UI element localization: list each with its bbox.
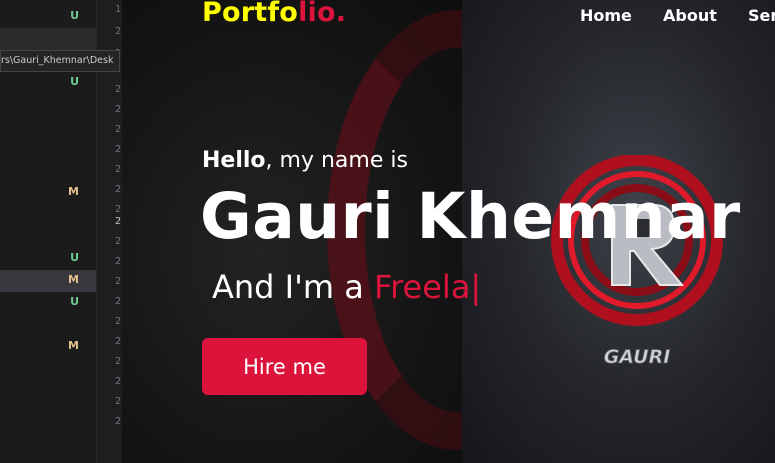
typing-caret: | — [470, 268, 482, 306]
untracked-badge: U — [70, 251, 79, 264]
role-prefix: And I'm a — [212, 268, 375, 306]
line-number: 2 — [115, 124, 122, 135]
line-number: 2 — [115, 144, 122, 155]
explorer-row[interactable]: M — [0, 336, 96, 358]
line-number: 2 — [115, 396, 122, 407]
hero-name: Gauri Khemnar — [200, 180, 741, 253]
line-number: 2 — [115, 376, 122, 387]
explorer-row[interactable]: U — [0, 6, 96, 28]
nav-link-services[interactable]: Serv — [748, 6, 775, 25]
greeting-rest: , my name is — [265, 148, 408, 173]
line-number: 2 — [115, 316, 122, 327]
explorer-row-selected[interactable]: M — [0, 270, 96, 292]
explorer-row[interactable]: U — [0, 72, 96, 94]
brand-logo[interactable]: Portfolio. — [202, 0, 346, 28]
line-number: 2 — [115, 104, 122, 115]
line-number-current: 2 — [115, 216, 122, 227]
modified-badge: M — [68, 339, 79, 352]
line-number: 2 — [115, 296, 122, 307]
untracked-badge: U — [70, 75, 79, 88]
line-number: 1 — [115, 4, 122, 15]
untracked-badge: U — [70, 295, 79, 308]
hire-me-button[interactable]: Hire me — [202, 338, 367, 395]
line-number: 2 — [115, 256, 122, 267]
hero-greeting: Hello, my name is — [202, 148, 408, 173]
explorer-row[interactable] — [0, 28, 96, 50]
line-number: 2 — [115, 204, 122, 215]
brand-text-accent: lio. — [298, 0, 347, 28]
nav-link-about[interactable]: About — [663, 6, 717, 25]
explorer-row[interactable]: U — [0, 248, 96, 270]
role-typed-text: Freela — [374, 268, 471, 306]
file-path-tooltip: rs\Gauri_Khemnar\Desk — [0, 50, 120, 72]
logo-text: GAURI — [604, 346, 671, 368]
line-number: 2 — [115, 336, 122, 347]
top-nav: Home About Serv — [580, 6, 775, 25]
modified-badge: M — [68, 273, 79, 286]
explorer-row[interactable]: M — [0, 182, 96, 204]
portfolio-preview: GAURI Portfolio. Home About Serv Hello, … — [122, 0, 775, 463]
modified-badge: M — [68, 185, 79, 198]
line-number: 2 — [115, 184, 122, 195]
line-number: 2 — [115, 276, 122, 287]
line-number: 2 — [115, 416, 122, 427]
hero-role: And I'm a Freela| — [212, 268, 481, 306]
line-number: 2 — [115, 84, 122, 95]
explorer-row[interactable]: U — [0, 292, 96, 314]
code-editor: U U M U M U M rs\Gauri_Khemnar\Desk 1 2 … — [0, 0, 122, 463]
untracked-badge: U — [70, 9, 79, 22]
brand-text-main: Portfo — [202, 0, 299, 28]
line-number: 2 — [115, 164, 122, 175]
nav-link-home[interactable]: Home — [580, 6, 632, 25]
line-number: 2 — [115, 26, 122, 37]
greeting-bold: Hello — [202, 148, 266, 173]
line-number: 2 — [115, 236, 122, 247]
line-number: 2 — [115, 356, 122, 367]
